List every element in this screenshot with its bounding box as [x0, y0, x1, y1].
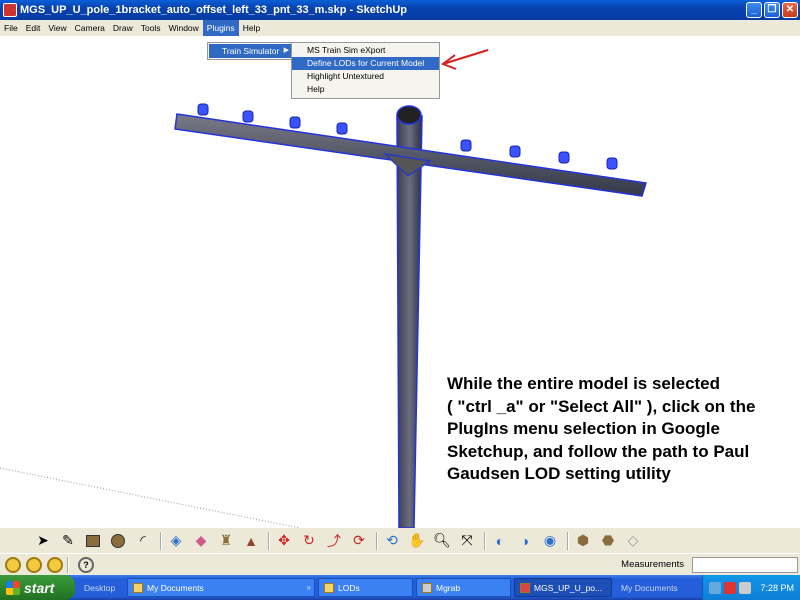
volume-icon[interactable] [739, 581, 752, 594]
follow-me-icon[interactable]: ⤴ [323, 531, 345, 551]
antivirus-icon[interactable] [724, 581, 737, 594]
components-icon[interactable]: ⬣ [597, 531, 619, 551]
menu-window[interactable]: Window [165, 20, 203, 36]
taskbar-mgrab[interactable]: Mgrab [416, 578, 511, 597]
sketchup-icon [520, 582, 530, 593]
plugins-dropdown: Train Simulator ▶ [207, 42, 295, 60]
toolbar-separator [268, 531, 270, 550]
status-bar: ? Measurements [0, 553, 800, 575]
menu-item-define-lods[interactable]: Define LODs for Current Model [292, 57, 439, 70]
chevron-icon: » [306, 583, 311, 592]
menu-item-train-simulator[interactable]: Train Simulator ▶ [209, 44, 293, 58]
pan-icon[interactable]: ✋ [406, 531, 428, 551]
taskbar-my-documents[interactable]: My Documents » [127, 578, 315, 597]
task-label: My Documents [621, 582, 678, 593]
statusbar-separator [67, 556, 69, 573]
instruction-line: While the entire model is selected [447, 374, 721, 393]
rotate-icon[interactable]: ↻ [298, 531, 320, 551]
push-pull-icon[interactable]: ▲ [240, 531, 262, 551]
windows-logo-icon [6, 580, 20, 595]
menu-bar: File Edit View Camera Draw Tools Window … [0, 20, 800, 36]
minimize-button[interactable]: _ [746, 2, 762, 18]
eraser-icon[interactable]: ◆ [190, 531, 212, 551]
menu-help[interactable]: Help [239, 20, 264, 36]
folder-icon [324, 582, 334, 593]
task-label: LODs [338, 582, 360, 593]
instruction-text: While the entire model is selected ( "ct… [447, 373, 797, 486]
instruction-line: PlugIns menu selection in Google [447, 419, 720, 438]
instruction-line: Gaudsen LOD setting utility [447, 464, 671, 483]
previous-view-icon[interactable]: ◐ [489, 531, 511, 551]
system-tray: 7:28 PM [702, 575, 800, 600]
move-icon[interactable]: ✥ [273, 531, 295, 551]
taskbar-desktop[interactable]: Desktop [78, 578, 124, 597]
next-view-icon[interactable]: ◑ [514, 531, 536, 551]
taskbar: start Desktop My Documents » LODs Mgrab … [0, 575, 800, 600]
help-icon[interactable]: ? [78, 556, 94, 573]
menu-file[interactable]: File [0, 20, 22, 36]
start-label: start [24, 579, 55, 596]
credits-icon[interactable] [26, 556, 42, 573]
menu-edit[interactable]: Edit [22, 20, 45, 36]
pencil-icon[interactable]: ✎ [57, 531, 79, 551]
rectangle-icon[interactable] [82, 531, 104, 551]
taskbar-lods[interactable]: LODs [318, 578, 413, 597]
start-button[interactable]: start [0, 575, 75, 600]
pole-shaft [396, 115, 423, 528]
pole-top [396, 105, 422, 125]
menu-item-ms-train-sim-export[interactable]: MS Train Sim eXport [292, 44, 439, 57]
toolbar-separator [160, 531, 162, 550]
geo-location-icon[interactable] [5, 556, 21, 573]
task-label: Mgrab [436, 582, 461, 593]
clock[interactable]: 7:28 PM [760, 583, 794, 593]
instruction-line: ( "ctrl _a" or "Select All" ), click on … [447, 396, 756, 416]
orbit-icon[interactable]: ⟲ [381, 531, 403, 551]
make-component-icon[interactable]: ◈ [165, 531, 187, 551]
close-button[interactable]: ✕ [782, 2, 798, 18]
task-label: My Documents [147, 582, 204, 593]
circle-icon[interactable] [107, 531, 129, 551]
network-icon[interactable] [709, 581, 722, 594]
instruction-line: Sketchup, and follow the path to Paul [447, 441, 750, 461]
task-label: Desktop [84, 582, 116, 593]
window-title: MGS_UP_U_pole_1bracket_auto_offset_left_… [20, 4, 407, 16]
title-bar: MGS_UP_U_pole_1bracket_auto_offset_left_… [0, 0, 800, 20]
zoom-icon[interactable]: 🔍︎ [431, 531, 453, 551]
menu-plugins[interactable]: Plugins [202, 20, 239, 36]
drawing-toolbar: ➤ ✎ ◜ ◈ ◆ ♜ ▲ ✥ ↻ ⤴ ⟳ ⟲ ✋ 🔍︎ ⤧ ◐ ◑ ◉ ⬢ ⬣… [0, 528, 800, 553]
red-arrow-icon [440, 49, 489, 70]
offset-icon[interactable]: ⟳ [348, 531, 370, 551]
menu-camera[interactable]: Camera [71, 20, 109, 36]
menu-tools[interactable]: Tools [137, 20, 165, 36]
share-model-icon[interactable]: ⬢ [572, 531, 594, 551]
toolbar-separator [376, 531, 378, 550]
select-icon[interactable]: ➤ [32, 531, 54, 551]
zoom-extents-icon[interactable]: ⤧ [456, 531, 478, 551]
get-models-icon[interactable]: ◉ [539, 531, 561, 551]
user-icon[interactable] [47, 556, 63, 573]
extension-icon[interactable]: ◇ [622, 531, 644, 551]
train-simulator-submenu: MS Train Sim eXport Define LODs for Curr… [291, 42, 440, 99]
menu-draw[interactable]: Draw [109, 20, 137, 36]
menu-item-highlight-untextured[interactable]: Highlight Untextured [292, 70, 439, 83]
paint-bucket-icon[interactable]: ♜ [215, 531, 237, 551]
submenu-arrow-icon: ▶ [283, 47, 289, 54]
app-icon [422, 582, 432, 593]
arc-icon[interactable]: ◜ [132, 531, 154, 551]
maximize-button[interactable]: ❐ [764, 2, 780, 18]
task-label: MGS_UP_U_po... [534, 582, 603, 593]
toolbar-separator [567, 531, 569, 550]
taskbar-sketchup[interactable]: MGS_UP_U_po... [514, 578, 612, 597]
folder-icon [133, 582, 143, 593]
sketchup-app-icon[interactable] [3, 3, 17, 17]
train-simulator-label: Train Simulator [222, 46, 280, 56]
menu-view[interactable]: View [44, 20, 70, 36]
menu-item-help[interactable]: Help [292, 83, 439, 96]
measurements-input[interactable] [692, 556, 798, 573]
taskbar-my-documents-2[interactable]: My Documents [615, 578, 685, 597]
measurements-label: Measurements [621, 559, 684, 570]
toolbar-separator [484, 531, 486, 550]
